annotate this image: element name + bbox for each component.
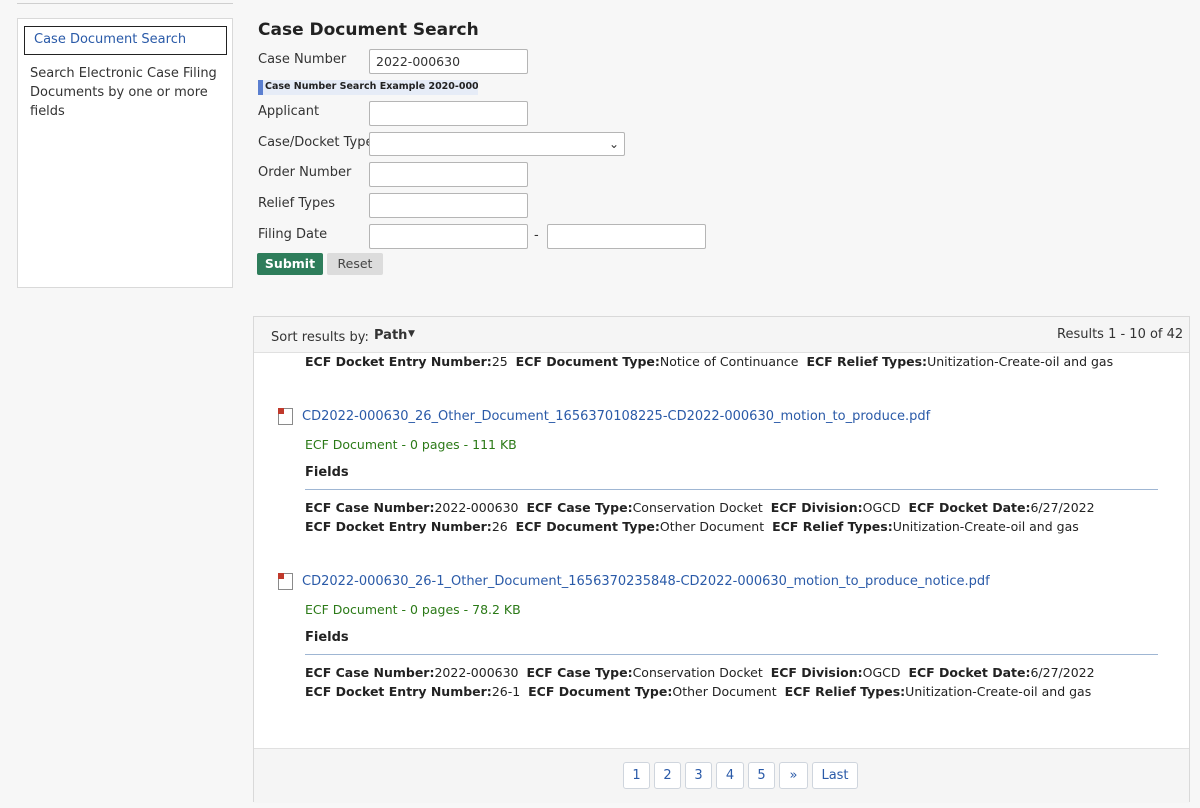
result-meta-line: ECF Docket Entry Number:26 ECF Document … [305,519,1079,534]
applicant-input[interactable] [369,101,528,126]
results-count: Results 1 - 10 of 42 [1057,327,1184,342]
case-number-input[interactable] [369,49,528,74]
chevron-down-icon: ⌄ [608,137,619,151]
filing-date-label: Filing Date [258,227,328,242]
result-title-link[interactable]: CD2022-000630_26-1_Other_Document_165637… [302,574,990,589]
result-doc-info: ECF Document - 0 pages - 78.2 KB [305,602,521,617]
order-number-label: Order Number [258,165,352,180]
sidebar: Case Document Search Search Electronic C… [17,18,233,288]
page-4-button[interactable]: 4 [716,762,744,789]
case-docket-type-select[interactable]: ⌄ [369,132,625,156]
sidebar-description: Search Electronic Case Filing Documents … [30,66,217,119]
applicant-label: Applicant [258,104,320,119]
filing-date-to-input[interactable] [547,224,706,249]
result-title-link[interactable]: CD2022-000630_26_Other_Document_16563701… [302,409,930,424]
next-page-button[interactable]: » [779,762,808,789]
page-1-button[interactable]: 1 [623,762,650,789]
filing-date-separator: - [534,228,539,243]
reset-button[interactable]: Reset [327,253,383,275]
caret-down-icon[interactable]: ▼ [408,329,415,339]
result-meta-line: ECF Docket Entry Number:25 ECF Document … [305,354,1114,369]
fields-heading: Fields [305,465,349,480]
fields-divider [305,654,1158,655]
result-doc-info: ECF Document - 0 pages - 111 KB [305,437,517,452]
case-docket-type-label: Case/Docket Type [258,135,374,150]
case-number-label: Case Number [258,52,347,67]
result-meta-line: ECF Case Number:2022-000630 ECF Case Typ… [305,665,1095,680]
relief-types-label: Relief Types [258,196,336,211]
sidebar-item-case-document-search[interactable]: Case Document Search [24,26,227,55]
pdf-document-icon [278,573,293,590]
filing-date-from-input[interactable] [369,224,528,249]
sort-dropdown[interactable]: Path [374,328,407,343]
pagination: 1 2 3 4 5 » Last [254,748,1189,803]
last-page-button[interactable]: Last [812,762,858,789]
top-divider [17,3,233,4]
page-2-button[interactable]: 2 [654,762,681,789]
page-title: Case Document Search [258,20,479,40]
results-toolbar: Sort results by: Path ▼ Results 1 - 10 o… [254,317,1189,353]
page-3-button[interactable]: 3 [685,762,712,789]
results-panel: Sort results by: Path ▼ Results 1 - 10 o… [253,316,1190,803]
fields-heading: Fields [305,630,349,645]
page-5-button[interactable]: 5 [748,762,775,789]
sort-label: Sort results by: [271,330,369,345]
result-meta-line: ECF Case Number:2022-000630 ECF Case Typ… [305,500,1095,515]
relief-types-input[interactable] [369,193,528,218]
pdf-document-icon [278,408,293,425]
case-number-hint: Case Number Search Example 2020-000001 [258,80,478,95]
fields-divider [305,489,1158,490]
result-meta-line: ECF Docket Entry Number:26-1 ECF Documen… [305,684,1092,699]
submit-button[interactable]: Submit [257,253,323,275]
order-number-input[interactable] [369,162,528,187]
